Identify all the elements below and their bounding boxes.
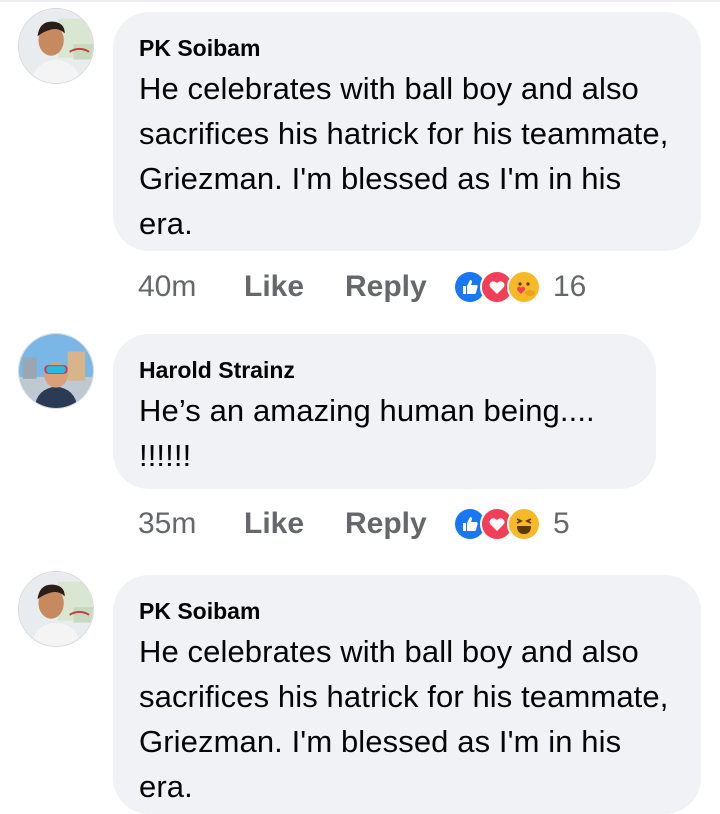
previous-bubble-edge [0,0,720,2]
comment-text: He celebrates with ball boy and also sac… [139,634,669,804]
comment-timestamp[interactable]: 40m [138,270,244,304]
reaction-count[interactable]: 16 [553,270,586,304]
like-button[interactable]: Like [244,507,345,541]
avatar[interactable] [18,571,94,647]
comment-timestamp[interactable]: 35m [138,507,244,541]
reaction-summary[interactable] [453,507,541,541]
comment-bubble: PK Soibam He celebrates with ball boy an… [113,575,701,814]
care-icon [507,270,541,304]
reaction-count[interactable]: 5 [553,507,570,541]
avatar[interactable] [18,8,94,84]
avatar[interactable] [18,333,94,409]
comment-bubble: PK Soibam He celebrates with ball boy an… [113,12,701,251]
reply-button[interactable]: Reply [345,270,453,304]
comment-author[interactable]: PK Soibam [139,597,677,625]
comment-bubble: Harold Strainz He’s an amazing human bei… [113,334,656,489]
reaction-summary[interactable] [453,270,541,304]
comment-actions: 40m Like Reply 16 [138,267,586,307]
comment-text: He’s an amazing human being.... !!!!!! [139,393,595,473]
reply-button[interactable]: Reply [345,507,453,541]
comment-author[interactable]: Harold Strainz [139,356,632,384]
haha-icon [507,507,541,541]
comment-actions: 35m Like Reply 5 [138,504,570,544]
comment-text: He celebrates with ball boy and also sac… [139,71,669,241]
comment-author[interactable]: PK Soibam [139,34,677,62]
like-button[interactable]: Like [244,270,345,304]
